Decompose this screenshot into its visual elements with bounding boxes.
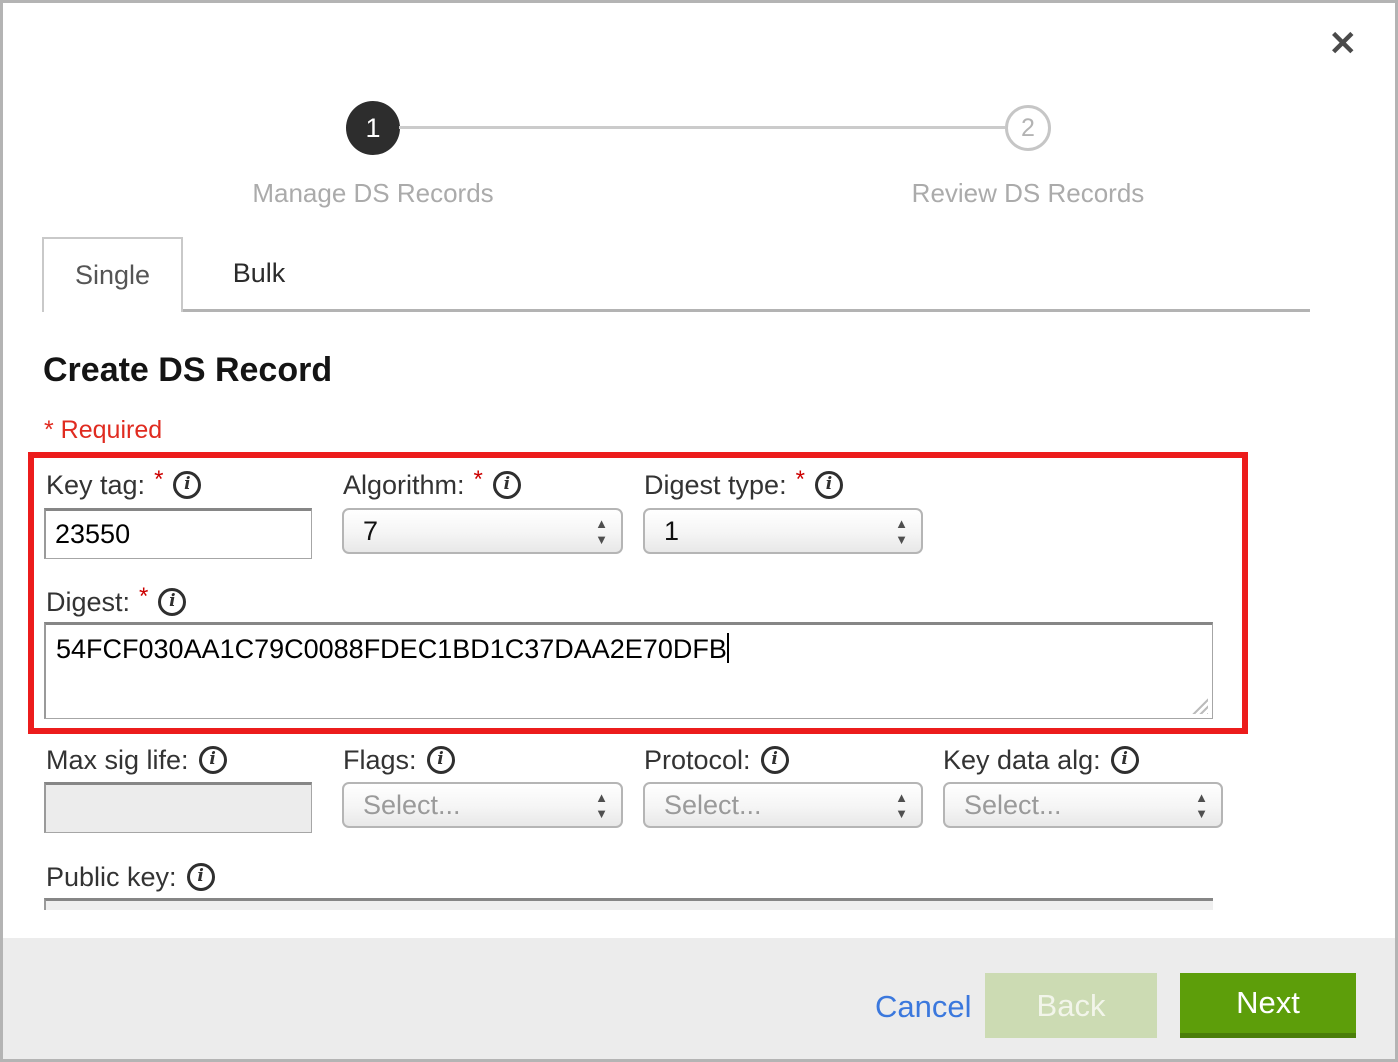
key-data-alg-label-text: Key data alg: bbox=[943, 745, 1101, 776]
info-icon[interactable]: i bbox=[173, 471, 201, 499]
back-button[interactable]: Back bbox=[985, 973, 1157, 1038]
close-icon[interactable]: ✕ bbox=[1329, 27, 1358, 61]
digest-label-text: Digest: bbox=[46, 587, 130, 618]
algorithm-label-text: Algorithm: bbox=[343, 470, 465, 501]
key-data-alg-select[interactable]: Select... ▲ ▼ bbox=[943, 782, 1223, 828]
info-icon-glyph: i bbox=[184, 476, 190, 493]
resize-handle[interactable] bbox=[1191, 697, 1208, 714]
protocol-select-value: Select... bbox=[664, 790, 895, 821]
arrow-up-icon: ▲ bbox=[1195, 791, 1208, 804]
info-icon-glyph: i bbox=[826, 476, 832, 493]
next-button[interactable]: Next bbox=[1180, 973, 1356, 1038]
key-data-alg-select-value: Select... bbox=[964, 790, 1195, 821]
info-icon-glyph: i bbox=[771, 751, 777, 768]
select-arrows-icon: ▲ ▼ bbox=[595, 517, 608, 546]
max-sig-life-label-text: Max sig life: bbox=[46, 745, 189, 776]
arrow-down-icon: ▼ bbox=[895, 807, 908, 820]
tab-bottom-border bbox=[42, 309, 1310, 312]
public-key-textarea[interactable] bbox=[44, 898, 1213, 910]
digest-type-select[interactable]: 1 ▲ ▼ bbox=[643, 508, 923, 554]
info-icon[interactable]: i bbox=[761, 746, 789, 774]
protocol-select[interactable]: Select... ▲ ▼ bbox=[643, 782, 923, 828]
digest-type-select-value: 1 bbox=[664, 516, 895, 547]
info-icon-glyph: i bbox=[504, 476, 510, 493]
tab-bulk[interactable]: Bulk bbox=[199, 237, 319, 309]
info-icon-glyph: i bbox=[169, 593, 175, 610]
arrow-up-icon: ▲ bbox=[595, 791, 608, 804]
create-ds-record-dialog: ✕ 1 2 Manage DS Records Review DS Record… bbox=[0, 0, 1398, 1062]
info-icon[interactable]: i bbox=[1111, 746, 1139, 774]
select-arrows-icon: ▲ ▼ bbox=[895, 517, 908, 546]
required-note: * Required bbox=[44, 416, 162, 445]
arrow-down-icon: ▼ bbox=[595, 533, 608, 546]
info-icon[interactable]: i bbox=[493, 471, 521, 499]
required-asterisk: * bbox=[139, 583, 148, 611]
info-icon-glyph: i bbox=[437, 751, 443, 768]
public-key-label-text: Public key: bbox=[46, 862, 177, 893]
public-key-label: Public key: i bbox=[46, 860, 215, 894]
step-2-label: Review DS Records bbox=[828, 178, 1228, 209]
key-data-alg-label: Key data alg: i bbox=[943, 743, 1139, 777]
step-2-indicator: 2 bbox=[1005, 105, 1051, 151]
cancel-button[interactable]: Cancel bbox=[875, 989, 972, 1025]
max-sig-life-label: Max sig life: i bbox=[46, 743, 227, 777]
step-1-label: Manage DS Records bbox=[173, 178, 573, 209]
info-icon[interactable]: i bbox=[427, 746, 455, 774]
info-icon[interactable]: i bbox=[158, 588, 186, 616]
select-arrows-icon: ▲ ▼ bbox=[895, 791, 908, 820]
flags-select[interactable]: Select... ▲ ▼ bbox=[342, 782, 623, 828]
digest-label: Digest: * i bbox=[46, 585, 186, 619]
page-title: Create DS Record bbox=[43, 351, 332, 390]
algorithm-select[interactable]: 7 ▲ ▼ bbox=[342, 508, 623, 554]
tab-single[interactable]: Single bbox=[42, 237, 183, 312]
info-icon[interactable]: i bbox=[815, 471, 843, 499]
required-asterisk: * bbox=[796, 466, 805, 494]
algorithm-label: Algorithm: * i bbox=[343, 468, 521, 502]
required-asterisk: * bbox=[474, 466, 483, 494]
info-icon-glyph: i bbox=[197, 868, 203, 885]
text-cursor bbox=[727, 633, 729, 663]
algorithm-select-value: 7 bbox=[363, 516, 595, 547]
protocol-label-text: Protocol: bbox=[644, 745, 751, 776]
arrow-up-icon: ▲ bbox=[895, 791, 908, 804]
arrow-down-icon: ▼ bbox=[595, 807, 608, 820]
key-tag-input[interactable] bbox=[44, 508, 312, 559]
step-1-indicator: 1 bbox=[346, 101, 400, 155]
stepper-connector-line bbox=[399, 126, 1005, 129]
flags-label-text: Flags: bbox=[343, 745, 417, 776]
required-asterisk: * bbox=[154, 466, 163, 494]
arrow-down-icon: ▼ bbox=[895, 533, 908, 546]
flags-label: Flags: i bbox=[343, 743, 455, 777]
key-tag-label: Key tag: * i bbox=[46, 468, 201, 502]
max-sig-life-input bbox=[44, 782, 312, 833]
digest-value: 54FCF030AA1C79C0088FDEC1BD1C37DAA2E70DFB bbox=[56, 634, 727, 664]
digest-type-label: Digest type: * i bbox=[644, 468, 843, 502]
info-icon[interactable]: i bbox=[199, 746, 227, 774]
digest-textarea[interactable]: 54FCF030AA1C79C0088FDEC1BD1C37DAA2E70DFB bbox=[44, 622, 1213, 719]
flags-select-value: Select... bbox=[363, 790, 595, 821]
info-icon-glyph: i bbox=[1121, 751, 1127, 768]
arrow-up-icon: ▲ bbox=[595, 517, 608, 530]
key-tag-label-text: Key tag: bbox=[46, 470, 145, 501]
arrow-up-icon: ▲ bbox=[895, 517, 908, 530]
protocol-label: Protocol: i bbox=[644, 743, 789, 777]
digest-type-label-text: Digest type: bbox=[644, 470, 787, 501]
arrow-down-icon: ▼ bbox=[1195, 807, 1208, 820]
select-arrows-icon: ▲ ▼ bbox=[1195, 791, 1208, 820]
info-icon-glyph: i bbox=[209, 751, 215, 768]
select-arrows-icon: ▲ ▼ bbox=[595, 791, 608, 820]
info-icon[interactable]: i bbox=[187, 863, 215, 891]
